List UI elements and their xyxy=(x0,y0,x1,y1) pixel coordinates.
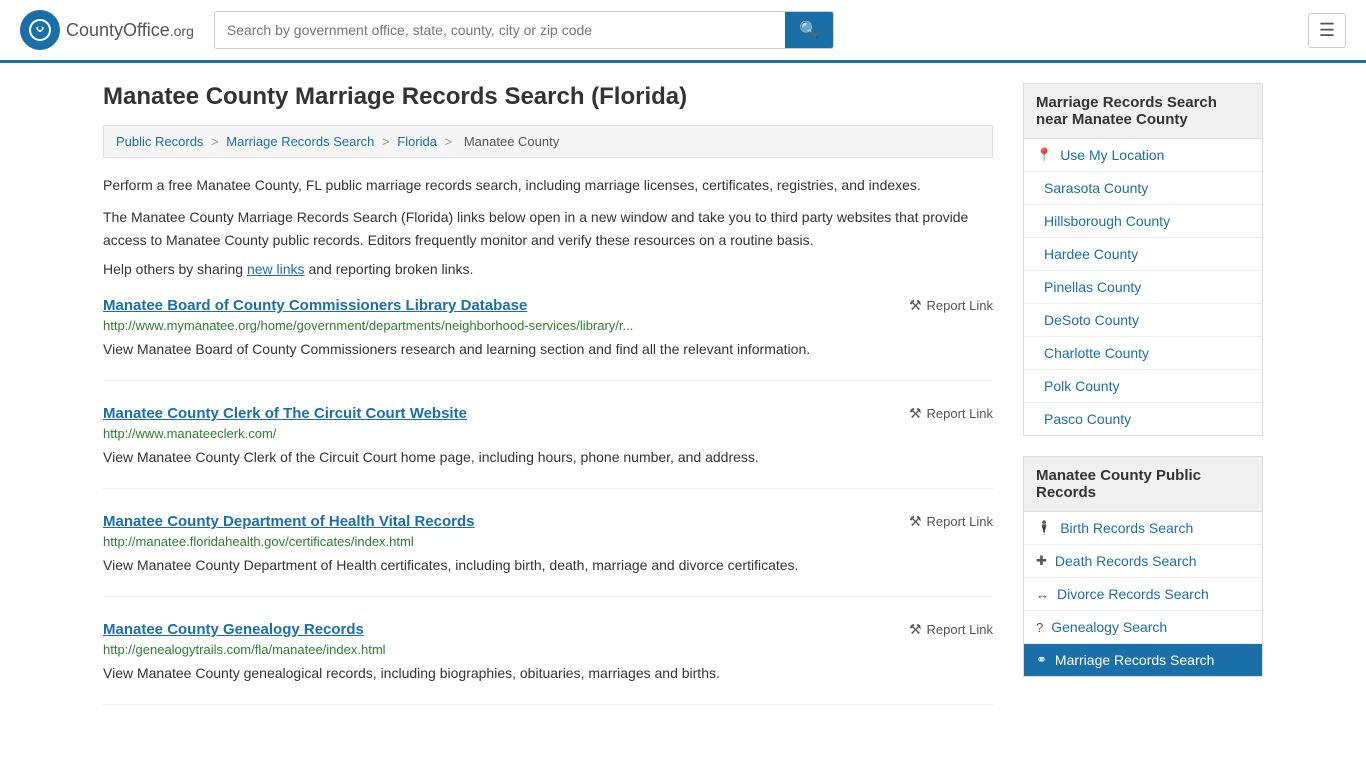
sidebar-nearby-item-5[interactable]: DeSoto County xyxy=(1024,304,1262,337)
report-link-label: Report Link xyxy=(927,406,993,421)
result-url[interactable]: http://www.manateeclerk.com/ xyxy=(103,426,993,441)
sidebar-nearby-item-1[interactable]: Sarasota County xyxy=(1024,172,1262,205)
sidebar-nearby-title: Marriage Records Search near Manatee Cou… xyxy=(1023,83,1263,139)
results-list: Manatee Board of County Commissioners Li… xyxy=(103,297,993,705)
page-title: Manatee County Marriage Records Search (… xyxy=(103,83,993,111)
sidebar-public-records-link[interactable]: Marriage Records Search xyxy=(1055,652,1215,668)
report-link-button[interactable]: ⚒ Report Link xyxy=(909,297,993,314)
result-title-row: Manatee County Genealogy Records ⚒ Repor… xyxy=(103,621,993,638)
report-icon: ⚒ xyxy=(909,621,922,638)
sidebar-public-records-link[interactable]: Birth Records Search xyxy=(1060,520,1193,536)
share-text: Help others by sharing new links and rep… xyxy=(103,261,993,277)
sidebar-public-records-item-0[interactable]: 🕴 Birth Records Search xyxy=(1024,512,1262,545)
sidebar-nearby-item-0[interactable]: 📍 Use My Location xyxy=(1024,139,1262,172)
sidebar-public-records-item-2[interactable]: ↔ Divorce Records Search xyxy=(1024,578,1262,611)
sidebar-nearby-link[interactable]: Polk County xyxy=(1044,378,1119,394)
breadcrumb-current: Manatee County xyxy=(464,134,559,149)
sidebar-nearby-item-8[interactable]: Pasco County xyxy=(1024,403,1262,435)
result-url[interactable]: http://manatee.floridahealth.gov/certifi… xyxy=(103,534,993,549)
sidebar: Marriage Records Search near Manatee Cou… xyxy=(1023,83,1263,729)
sidebar-public-records-title: Manatee County Public Records xyxy=(1023,456,1263,512)
sidebar-nearby-item-2[interactable]: Hillsborough County xyxy=(1024,205,1262,238)
result-title-link[interactable]: Manatee County Clerk of The Circuit Cour… xyxy=(103,405,467,422)
sidebar-public-records-link[interactable]: Genealogy Search xyxy=(1051,619,1167,635)
sidebar-public-records-list: 🕴 Birth Records Search ✚ Death Records S… xyxy=(1023,512,1263,677)
sidebar-nearby-item-6[interactable]: Charlotte County xyxy=(1024,337,1262,370)
result-description: View Manatee County Clerk of the Circuit… xyxy=(103,447,993,468)
logo-text: CountyOffice.org xyxy=(66,20,194,41)
description-para2: The Manatee County Marriage Records Sear… xyxy=(103,206,993,251)
result-title-row: Manatee Board of County Commissioners Li… xyxy=(103,297,993,314)
menu-button[interactable]: ☰ xyxy=(1308,13,1346,48)
sidebar-public-records-item-1[interactable]: ✚ Death Records Search xyxy=(1024,545,1262,578)
breadcrumb-marriage-records[interactable]: Marriage Records Search xyxy=(226,134,374,149)
sidebar-public-records-item-3[interactable]: ? Genealogy Search xyxy=(1024,611,1262,644)
sidebar-nearby-link[interactable]: Use My Location xyxy=(1060,147,1164,163)
report-link-button[interactable]: ⚒ Report Link xyxy=(909,405,993,422)
result-item: Manatee County Clerk of The Circuit Cour… xyxy=(103,405,993,489)
report-icon: ⚒ xyxy=(909,297,922,314)
sidebar-public-records-section: Manatee County Public Records 🕴 Birth Re… xyxy=(1023,456,1263,677)
result-item: Manatee County Department of Health Vita… xyxy=(103,513,993,597)
search-icon: 🔍 xyxy=(799,22,819,39)
result-title-link[interactable]: Manatee Board of County Commissioners Li… xyxy=(103,297,527,314)
description-para1: Perform a free Manatee County, FL public… xyxy=(103,174,993,196)
breadcrumb: Public Records > Marriage Records Search… xyxy=(103,125,993,158)
sidebar-public-records-item-4[interactable]: ⚭ Marriage Records Search xyxy=(1024,644,1262,676)
result-description: View Manatee County Department of Health… xyxy=(103,555,993,576)
report-icon: ⚒ xyxy=(909,405,922,422)
sidebar-nearby-link[interactable]: Charlotte County xyxy=(1044,345,1149,361)
result-item: Manatee County Genealogy Records ⚒ Repor… xyxy=(103,621,993,705)
breadcrumb-public-records[interactable]: Public Records xyxy=(116,134,203,149)
sidebar-nearby-link[interactable]: Pasco County xyxy=(1044,411,1131,427)
result-title-row: Manatee County Department of Health Vita… xyxy=(103,513,993,530)
search-bar: 🔍 xyxy=(214,11,834,49)
logo-icon xyxy=(20,10,60,50)
sidebar-nearby-item-7[interactable]: Polk County xyxy=(1024,370,1262,403)
result-title-row: Manatee County Clerk of The Circuit Cour… xyxy=(103,405,993,422)
result-description: View Manatee County genealogical records… xyxy=(103,663,993,684)
search-input[interactable] xyxy=(215,14,785,46)
main-container: Manatee County Marriage Records Search (… xyxy=(83,63,1283,749)
report-link-label: Report Link xyxy=(927,298,993,313)
sidebar-nearby-link[interactable]: DeSoto County xyxy=(1044,312,1139,328)
sidebar-nearby-link[interactable]: Sarasota County xyxy=(1044,180,1148,196)
result-url[interactable]: http://genealogytrails.com/fla/manatee/i… xyxy=(103,642,993,657)
report-link-label: Report Link xyxy=(927,514,993,529)
sidebar-nearby-item-3[interactable]: Hardee County xyxy=(1024,238,1262,271)
sidebar-nearby-section: Marriage Records Search near Manatee Cou… xyxy=(1023,83,1263,436)
content-area: Manatee County Marriage Records Search (… xyxy=(103,83,993,729)
result-title-link[interactable]: Manatee County Genealogy Records xyxy=(103,621,364,638)
sidebar-item-icon: ✚ xyxy=(1036,553,1047,569)
search-button[interactable]: 🔍 xyxy=(785,12,833,48)
sidebar-nearby-link[interactable]: Pinellas County xyxy=(1044,279,1141,295)
sidebar-public-records-link[interactable]: Divorce Records Search xyxy=(1057,586,1209,602)
breadcrumb-florida[interactable]: Florida xyxy=(397,134,437,149)
result-title-link[interactable]: Manatee County Department of Health Vita… xyxy=(103,513,474,530)
sidebar-item-icon: 📍 xyxy=(1036,147,1052,163)
header: CountyOffice.org 🔍 ☰ xyxy=(0,0,1366,63)
sidebar-item-icon: ↔ xyxy=(1036,587,1049,602)
report-link-button[interactable]: ⚒ Report Link xyxy=(909,513,993,530)
sidebar-item-icon: ? xyxy=(1036,620,1043,635)
sidebar-nearby-link[interactable]: Hardee County xyxy=(1044,246,1138,262)
report-icon: ⚒ xyxy=(909,513,922,530)
sidebar-item-icon: 🕴 xyxy=(1036,520,1052,536)
new-links-link[interactable]: new links xyxy=(247,261,305,277)
report-link-button[interactable]: ⚒ Report Link xyxy=(909,621,993,638)
logo-link[interactable]: CountyOffice.org xyxy=(20,10,194,50)
result-description: View Manatee Board of County Commissione… xyxy=(103,339,993,360)
sidebar-public-records-link[interactable]: Death Records Search xyxy=(1055,553,1197,569)
sidebar-item-icon: ⚭ xyxy=(1036,652,1047,668)
sidebar-nearby-link[interactable]: Hillsborough County xyxy=(1044,213,1170,229)
result-item: Manatee Board of County Commissioners Li… xyxy=(103,297,993,381)
sidebar-nearby-list: 📍 Use My Location Sarasota County Hillsb… xyxy=(1023,139,1263,436)
result-url[interactable]: http://www.mymanatee.org/home/government… xyxy=(103,318,993,333)
menu-icon: ☰ xyxy=(1319,20,1335,40)
sidebar-nearby-item-4[interactable]: Pinellas County xyxy=(1024,271,1262,304)
report-link-label: Report Link xyxy=(927,622,993,637)
